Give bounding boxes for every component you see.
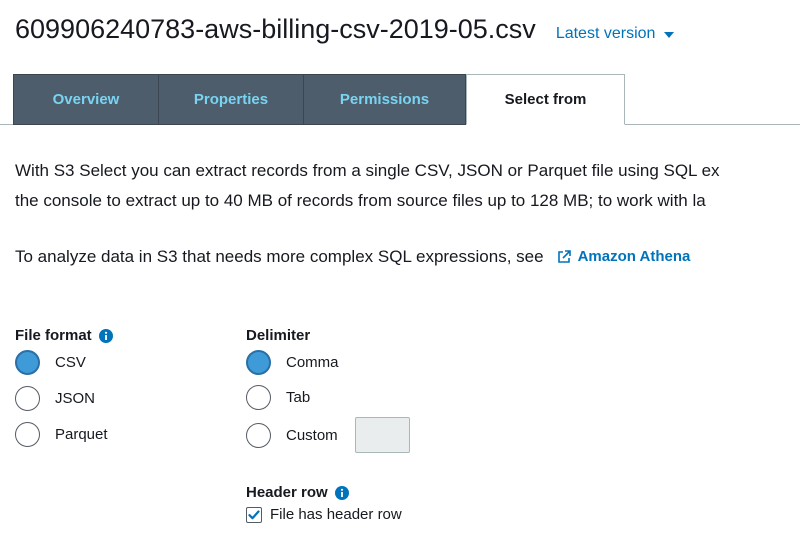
- radio-button-comma[interactable]: [246, 350, 271, 375]
- radio-label-csv: CSV: [55, 354, 86, 371]
- radio-button-csv[interactable]: [15, 350, 40, 375]
- radio-custom[interactable]: Custom: [246, 423, 338, 448]
- file-title: 609906240783-aws-billing-csv-2019-05.csv: [15, 14, 536, 44]
- radio-label-json: JSON: [55, 390, 96, 407]
- tab-permissions[interactable]: Permissions: [303, 74, 466, 125]
- amazon-athena-label: Amazon Athena: [577, 248, 691, 265]
- tab-bar: Overview Properties Permissions Select f…: [0, 74, 800, 125]
- info-icon[interactable]: [334, 485, 349, 500]
- amazon-athena-link[interactable]: Amazon Athena: [556, 246, 691, 268]
- description-line-2: the console to extract up to 40 MB of re…: [15, 191, 706, 210]
- tab-select-from[interactable]: Select from: [466, 74, 625, 125]
- athena-hint-text: To analyze data in S3 that needs more co…: [15, 247, 544, 266]
- header-row-label: Header row: [246, 484, 328, 501]
- header-row-heading: Header row: [246, 484, 349, 501]
- delimiter-heading: Delimiter: [246, 327, 310, 344]
- radio-label-tab: Tab: [286, 389, 311, 406]
- s3-select-page: 609906240783-aws-billing-csv-2019-05.csv…: [0, 0, 800, 549]
- description-line-3: To analyze data in S3 that needs more co…: [15, 246, 690, 268]
- checkmark-icon: [248, 509, 260, 519]
- version-dropdown[interactable]: Latest version: [556, 25, 675, 43]
- radio-label-comma: Comma: [286, 354, 339, 371]
- tab-overview[interactable]: Overview: [13, 74, 159, 125]
- radio-button-parquet[interactable]: [15, 422, 40, 447]
- radio-comma[interactable]: Comma: [246, 350, 339, 375]
- file-format-heading: File format: [15, 327, 113, 344]
- header-row-checkbox-label: File has header row: [270, 506, 402, 523]
- radio-tab[interactable]: Tab: [246, 385, 310, 410]
- radio-button-json[interactable]: [15, 386, 40, 411]
- caret-down-icon: [664, 32, 675, 38]
- version-label: Latest version: [555, 25, 656, 42]
- header: 609906240783-aws-billing-csv-2019-05.csv…: [15, 14, 675, 45]
- file-format-label: File format: [15, 327, 92, 344]
- header-row-checkbox-row[interactable]: File has header row: [246, 506, 402, 523]
- radio-label-custom: Custom: [286, 427, 338, 444]
- header-row-checkbox[interactable]: [246, 506, 262, 523]
- description-line-1: With S3 Select you can extract records f…: [15, 161, 720, 180]
- radio-csv[interactable]: CSV: [15, 350, 86, 375]
- radio-json[interactable]: JSON: [15, 386, 95, 411]
- info-icon[interactable]: [98, 328, 113, 343]
- tab-properties[interactable]: Properties: [158, 74, 304, 125]
- external-link-icon: [557, 250, 571, 263]
- custom-delimiter-input[interactable]: [355, 417, 410, 453]
- radio-label-parquet: Parquet: [55, 426, 108, 443]
- radio-button-tab[interactable]: [246, 385, 271, 410]
- radio-parquet[interactable]: Parquet: [15, 422, 108, 447]
- delimiter-label: Delimiter: [246, 327, 311, 344]
- radio-button-custom[interactable]: [246, 423, 271, 448]
